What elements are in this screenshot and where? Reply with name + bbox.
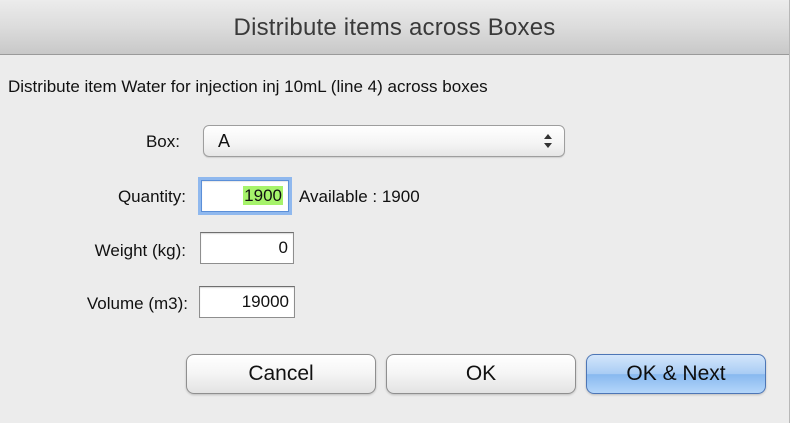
title-bar[interactable]: Distribute items across Boxes xyxy=(0,0,789,55)
up-down-arrows-icon xyxy=(544,134,552,148)
box-select[interactable]: A xyxy=(203,125,565,157)
weight-field[interactable]: 0 xyxy=(200,232,294,264)
quantity-value: 1900 xyxy=(243,186,283,205)
distribute-dialog: Distribute items across Boxes Distribute… xyxy=(0,0,790,423)
volume-label: Volume (m3): xyxy=(86,294,188,313)
weight-label: Weight (kg): xyxy=(94,241,186,260)
cancel-button[interactable]: Cancel xyxy=(186,354,376,394)
ok-next-button[interactable]: OK & Next xyxy=(586,354,766,394)
quantity-field[interactable]: 1900 xyxy=(201,180,289,212)
volume-field[interactable]: 19000 xyxy=(199,286,295,318)
quantity-label: Quantity: xyxy=(117,187,186,206)
dialog-title: Distribute items across Boxes xyxy=(233,14,556,41)
box-label: Box: xyxy=(145,132,180,151)
box-select-value: A xyxy=(218,131,231,151)
ok-button[interactable]: OK xyxy=(386,354,576,394)
description-text: Distribute item Water for injection inj … xyxy=(8,77,488,96)
available-text: Available : 1900 xyxy=(299,187,420,206)
